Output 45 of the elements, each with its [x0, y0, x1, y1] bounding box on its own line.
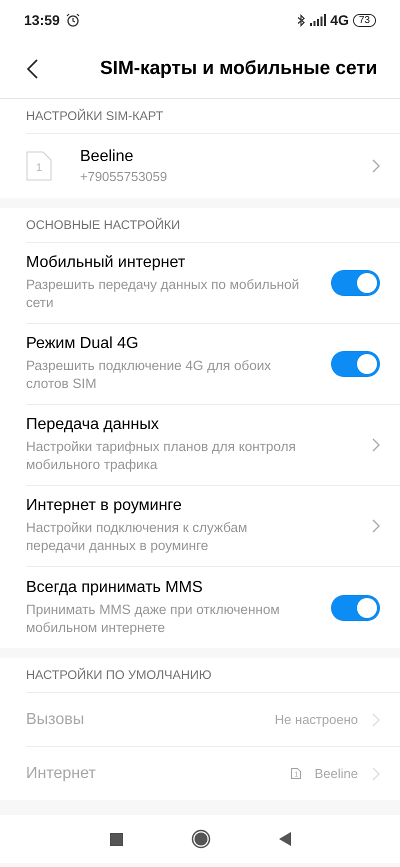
setting-title: Передача данных: [26, 416, 160, 434]
network-type: 4G: [330, 12, 349, 28]
chevron-icon: [372, 712, 380, 726]
setting-title: Интернет в роуминге: [26, 497, 183, 516]
bluetooth-icon: [297, 14, 306, 26]
clock-time: 13:59: [24, 12, 60, 28]
setting-description: Разрешить подключение 4G для обоих слотов SIM: [26, 357, 272, 393]
setting-title: Интернет: [26, 764, 96, 782]
sim-card-icon: 1: [26, 151, 52, 181]
section-header: НАСТРОЙКИ SIM-КАРТ: [26, 109, 164, 123]
settings-row[interactable]: Режим Dual 4G Разрешить подключение 4G для обоих слотов SIM: [26, 324, 400, 405]
back-nav-button[interactable]: [278, 832, 290, 846]
toggle-switch[interactable]: [331, 270, 380, 296]
setting-title: Вызовы: [26, 710, 84, 728]
setting-value: Не настроено: [274, 712, 358, 727]
settings-row[interactable]: Передача данных Настройки тарифных планов для контроля мобильного трафика: [26, 405, 400, 486]
home-button[interactable]: [190, 829, 210, 849]
recents-button[interactable]: [110, 832, 122, 846]
setting-title: Мобильный интернет: [26, 254, 186, 272]
page-title: SIM-карты и мобильные сети: [100, 58, 378, 80]
sim-card-row[interactable]: 1 Beeline +79055753059: [26, 134, 400, 198]
sim-name: Beeline: [80, 148, 134, 166]
settings-row[interactable]: Мобильный интернет Разрешить передачу данных по мобильной сети: [26, 243, 400, 324]
battery-level: 73: [352, 14, 376, 26]
setting-description: Разрешить передачу данных по мобильной сети: [26, 276, 300, 312]
signal-icon: [310, 14, 326, 26]
setting-description: Настройки подключения к службам передачи данных в роуминге: [26, 519, 248, 555]
settings-row[interactable]: Всегда принимать MMS Принимать MMS даже при отключенном мобильном интернете: [26, 567, 400, 648]
settings-row[interactable]: Интернет в роуминге Настройки подключения к службам передачи данных в роуминге: [26, 486, 400, 567]
chevron-icon: [372, 519, 380, 533]
phone-number: +79055753059: [80, 169, 168, 184]
toggle-switch[interactable]: [331, 594, 380, 620]
setting-description: Принимать MMS даже при отключенном мобильном интернете: [26, 600, 281, 636]
section-header: ОСНОВНЫЕ НАСТРОЙКИ: [26, 218, 180, 232]
alarm-icon: [66, 13, 80, 27]
section-header: НАСТРОЙКИ ПО УМОЛЧАНИЮ: [26, 668, 212, 682]
chevron-icon: [372, 438, 380, 452]
setting-value: Beeline: [314, 766, 358, 781]
setting-description: Настройки тарифных планов для контроля мобильного трафика: [26, 438, 297, 474]
setting-title: Режим Dual 4G: [26, 335, 140, 354]
back-button[interactable]: [26, 59, 38, 79]
setting-title: Всегда принимать MMS: [26, 578, 204, 597]
chevron-icon: [372, 766, 380, 780]
toggle-switch[interactable]: [331, 351, 380, 377]
chevron-icon: [372, 159, 380, 173]
